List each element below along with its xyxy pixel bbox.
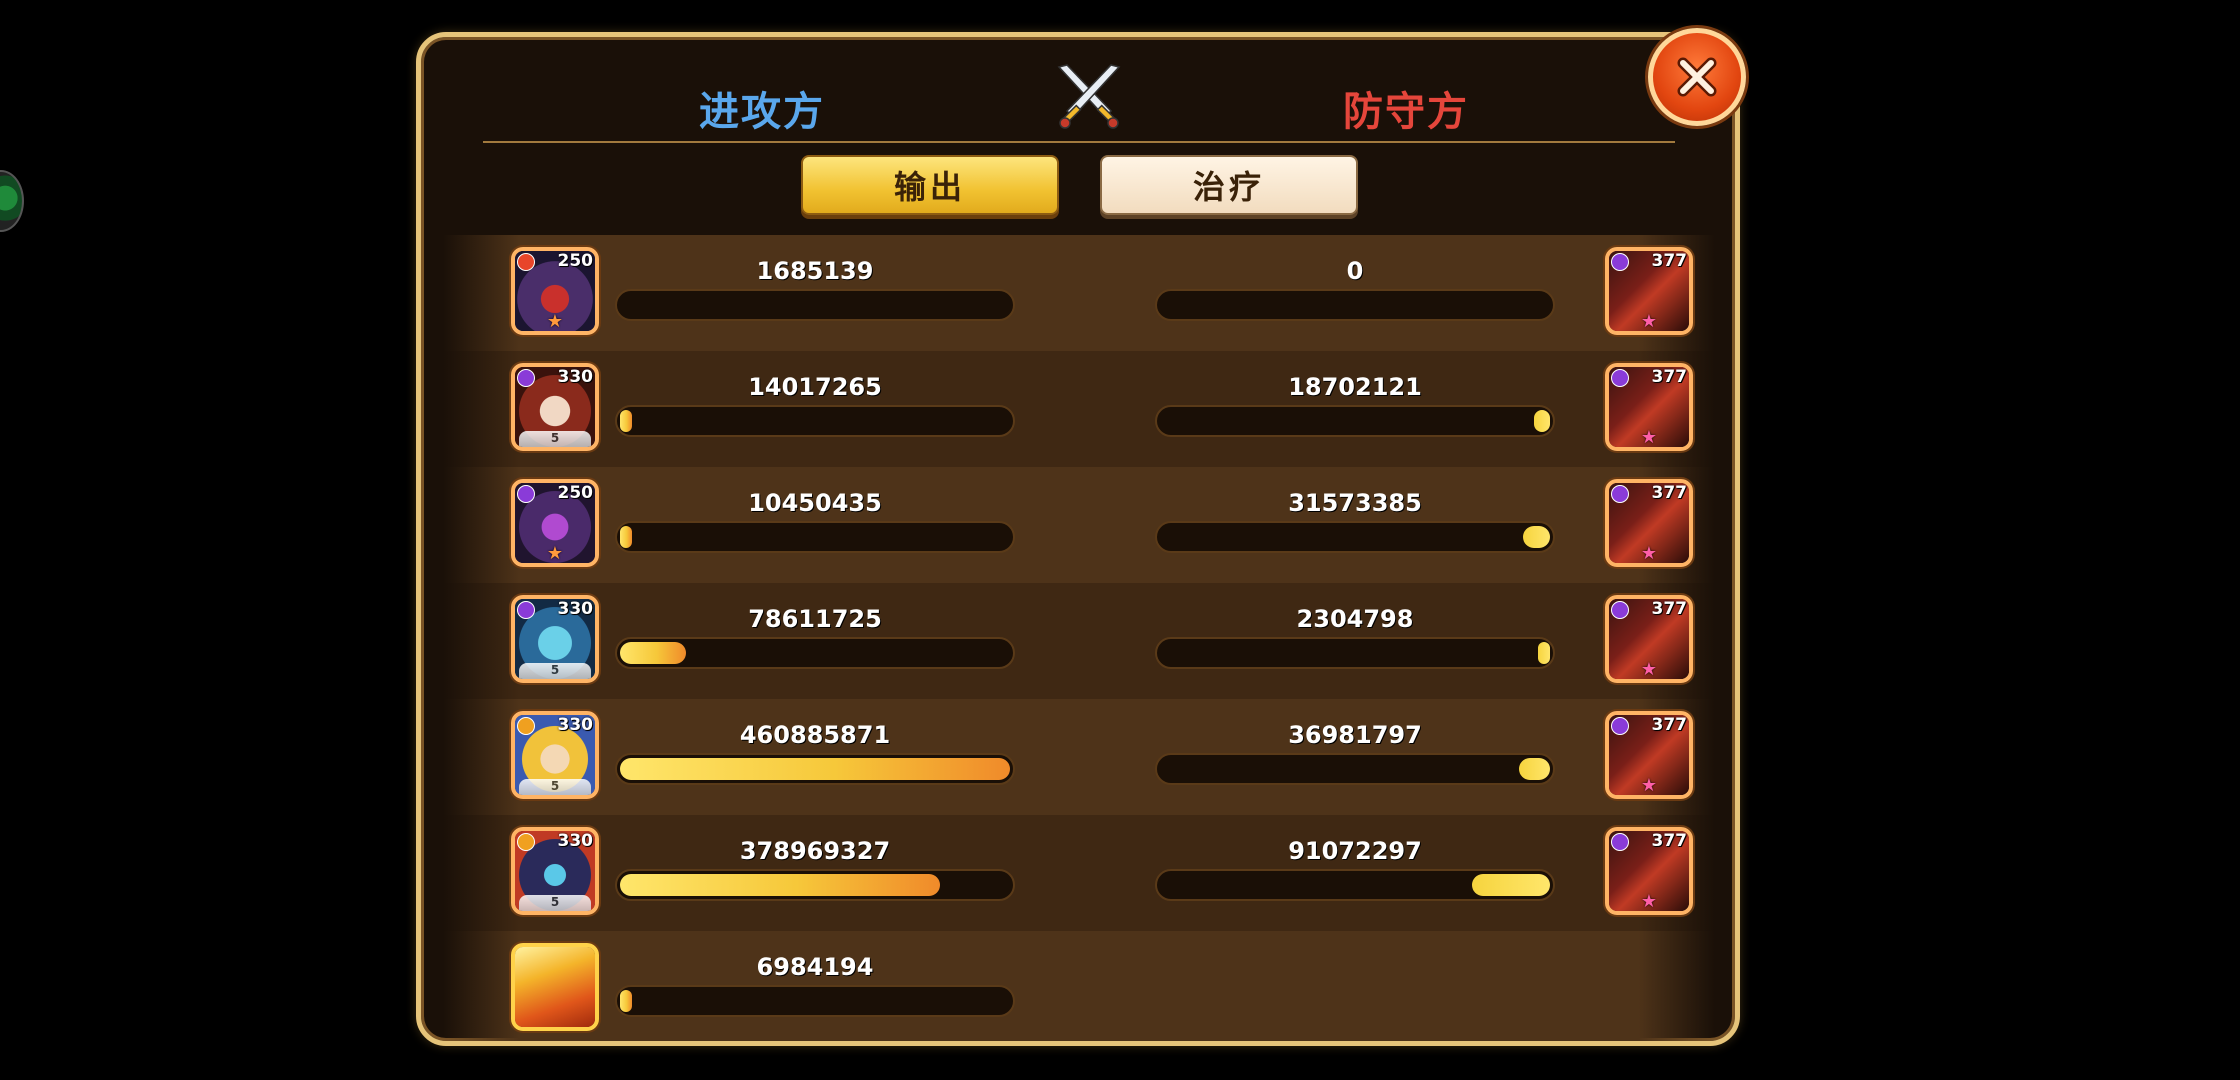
close-icon xyxy=(1677,57,1717,97)
defender-damage-value: 91072297 xyxy=(1288,837,1422,865)
stats-row: 250 ★ 1685139 0 377 ★ xyxy=(443,235,1715,351)
defender-damage-value: 0 xyxy=(1346,257,1364,285)
attacker-damage-bar xyxy=(615,753,1015,785)
stats-row: 250 ★ 10450435 31573385 377 ★ xyxy=(443,467,1715,583)
attacker-damage-value: 10450435 xyxy=(748,489,882,517)
defender-hero-avatar[interactable]: 377 ★ xyxy=(1605,595,1693,683)
attacker-damage-bar xyxy=(615,405,1015,437)
attacker-label: 进攻方 xyxy=(699,89,825,135)
defender-damage-value: 31573385 xyxy=(1288,489,1422,517)
defender-damage-bar xyxy=(1155,753,1555,785)
defender-damage-bar xyxy=(1155,289,1555,321)
stats-row: 330 5 78611725 2304798 377 ★ xyxy=(443,583,1715,699)
tab-healing[interactable]: 治疗 xyxy=(1100,155,1358,215)
defender-hero-avatar[interactable]: 377 ★ xyxy=(1605,479,1693,567)
attacker-damage-value: 378969327 xyxy=(739,837,891,865)
stats-row: 6984194 xyxy=(443,931,1715,1041)
attacker-damage-value: 14017265 xyxy=(748,373,882,401)
edge-app-icon[interactable] xyxy=(0,170,24,232)
defender-damage-value: 18702121 xyxy=(1288,373,1422,401)
attacker-hero-avatar[interactable]: 250 ★ xyxy=(511,247,599,335)
attacker-damage-bar xyxy=(615,521,1015,553)
defender-hero-avatar[interactable]: 377 ★ xyxy=(1605,247,1693,335)
crossed-swords-icon xyxy=(1057,64,1121,129)
attacker-damage-value: 460885871 xyxy=(739,721,891,749)
defender-damage-bar xyxy=(1155,405,1555,437)
attacker-hero-avatar[interactable]: 330 5 xyxy=(511,363,599,451)
close-button[interactable] xyxy=(1648,28,1746,126)
defender-hero-avatar[interactable]: 377 ★ xyxy=(1605,363,1693,451)
defender-damage-bar xyxy=(1155,521,1555,553)
attacker-damage-bar xyxy=(615,869,1015,901)
defender-hero-avatar[interactable]: 377 ★ xyxy=(1605,827,1693,915)
attacker-damage-value: 1685139 xyxy=(756,257,874,285)
attacker-hero-avatar[interactable]: 250 ★ xyxy=(511,479,599,567)
tab-output[interactable]: 输出 xyxy=(801,155,1059,215)
attacker-hero-avatar[interactable]: 330 5 xyxy=(511,711,599,799)
stats-row: 330 5 378969327 91072297 377 ★ xyxy=(443,815,1715,931)
defender-damage-value: 2304798 xyxy=(1296,605,1414,633)
defender-damage-value: 36981797 xyxy=(1288,721,1422,749)
defender-hero-avatar[interactable]: 377 ★ xyxy=(1605,711,1693,799)
attacker-hero-avatar[interactable]: 330 5 xyxy=(511,595,599,683)
attacker-hero-avatar[interactable] xyxy=(511,943,599,1031)
attacker-damage-value: 78611725 xyxy=(748,605,882,633)
attacker-damage-bar xyxy=(615,637,1015,669)
stats-rows: 250 ★ 1685139 0 377 ★ 330 5 14017265 187… xyxy=(443,235,1715,1041)
stats-row: 330 5 14017265 18702121 377 ★ xyxy=(443,351,1715,467)
attacker-damage-bar xyxy=(615,985,1015,1017)
defender-damage-bar xyxy=(1155,637,1555,669)
attacker-damage-value: 6984194 xyxy=(756,953,874,981)
attacker-damage-bar xyxy=(615,289,1015,321)
defender-damage-bar xyxy=(1155,869,1555,901)
defender-label: 防守方 xyxy=(1343,89,1469,135)
attacker-hero-avatar[interactable]: 330 5 xyxy=(511,827,599,915)
battle-stats-panel: 进攻方 防守方 输出 治疗 250 ★ 1685139 0 377 ★ 330 … xyxy=(416,32,1740,1046)
header-divider xyxy=(483,141,1675,143)
stats-row: 330 5 460885871 36981797 377 ★ xyxy=(443,699,1715,815)
